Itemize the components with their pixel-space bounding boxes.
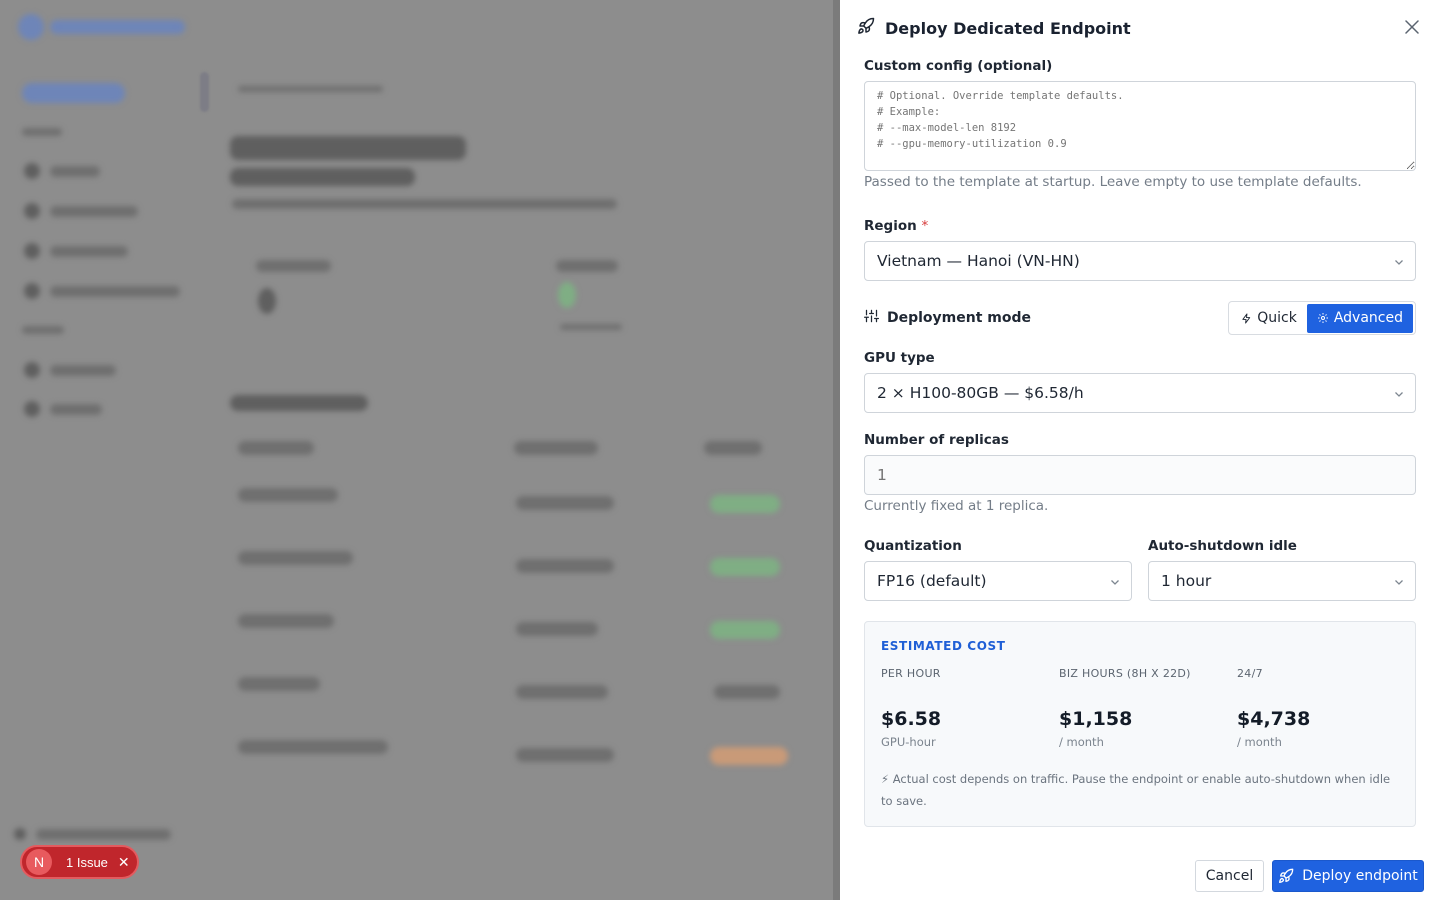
auto-shutdown-select[interactable]: 1 hour (1148, 561, 1416, 601)
drawer-header: Deploy Dedicated Endpoint (840, 0, 1440, 56)
auto-shutdown-label: Auto-shutdown idle (1148, 538, 1297, 554)
rocket-icon (857, 17, 875, 39)
gpu-type-select[interactable]: 2 × H100-80GB — $6.58/h (864, 373, 1416, 413)
cost-unit: / month (1059, 735, 1104, 749)
auto-shutdown-selected-value: 1 hour (1161, 572, 1212, 590)
background-app-blurred (0, 0, 840, 900)
replicas-input[interactable] (864, 455, 1416, 495)
lightning-icon (1242, 312, 1251, 324)
quantization-select[interactable]: FP16 (default) (864, 561, 1132, 601)
replicas-help: Currently fixed at 1 replica. (864, 498, 1049, 514)
region-label: Region * (864, 218, 928, 234)
cancel-button-label: Cancel (1205, 868, 1254, 884)
issue-badge[interactable]: N 1 Issue ✕ (20, 845, 139, 879)
cost-column-header: PER HOUR (881, 667, 941, 680)
deployment-mode-label: Deployment mode (887, 310, 1032, 326)
custom-config-label: Custom config (optional) (864, 58, 1053, 74)
estimated-cost-title: ESTIMATED COST (881, 639, 1006, 653)
region-selected-value: Vietnam — Hanoi (VN-HN) (877, 252, 1080, 270)
replicas-label: Number of replicas (864, 432, 1009, 448)
deploy-endpoint-drawer: Deploy Dedicated Endpoint Custom config … (840, 0, 1440, 900)
chevron-down-icon (1395, 580, 1403, 585)
mode-option-advanced-label: Advanced (1333, 310, 1403, 326)
quantization-label: Quantization (864, 538, 962, 554)
gpu-type-selected-value: 2 × H100-80GB — $6.58/h (877, 384, 1084, 402)
issue-avatar: N (26, 849, 52, 875)
estimated-cost-card: ESTIMATED COST PER HOUR $6.58 GPU-hour B… (864, 621, 1416, 827)
cost-amount: $6.58 (881, 708, 942, 730)
gear-icon (1317, 313, 1328, 323)
issue-count-label: 1 Issue (66, 854, 108, 870)
rocket-icon (1279, 868, 1294, 883)
cost-column-per-hour: PER HOUR $6.58 GPU-hour (881, 667, 1051, 749)
cancel-button[interactable]: Cancel (1195, 860, 1264, 892)
chevron-down-icon (1395, 392, 1403, 397)
chevron-down-icon (1111, 580, 1119, 585)
deploy-endpoint-button[interactable]: Deploy endpoint (1272, 860, 1424, 892)
region-label-text: Region (864, 218, 917, 234)
quantization-selected-value: FP16 (default) (877, 572, 987, 590)
close-drawer-button[interactable] (1404, 18, 1420, 36)
cost-column-header: BIZ HOURS (8H X 22D) (1059, 667, 1191, 680)
cost-column-biz-hours: BIZ HOURS (8H X 22D) $1,158 / month (1059, 667, 1229, 749)
chevron-down-icon (1395, 260, 1403, 265)
region-select[interactable]: Vietnam — Hanoi (VN-HN) (864, 241, 1416, 281)
mode-option-quick[interactable]: Quick (1231, 304, 1307, 333)
cost-column-24-7: 24/7 $4,738 / month (1237, 667, 1407, 749)
required-mark: * (921, 218, 929, 234)
cost-note: ⚡ Actual cost depends on traffic. Pause … (881, 772, 1391, 808)
mode-option-advanced[interactable]: Advanced (1306, 303, 1413, 333)
cost-amount: $1,158 (1059, 708, 1133, 730)
deployment-mode-toggle: Quick Advanced (1228, 301, 1416, 335)
deployment-mode-row: Deployment mode Quick Advanced (864, 301, 1416, 335)
close-icon (1405, 20, 1419, 34)
drawer-title: Deploy Dedicated Endpoint (885, 18, 1131, 38)
deploy-endpoint-button-label: Deploy endpoint (1302, 868, 1418, 884)
cost-unit: GPU-hour (881, 735, 936, 749)
cost-amount: $4,738 (1237, 708, 1311, 730)
sliders-icon (864, 308, 879, 328)
custom-config-textarea[interactable] (864, 81, 1416, 171)
cost-column-header: 24/7 (1237, 667, 1263, 680)
cost-unit: / month (1237, 735, 1282, 749)
gpu-type-label: GPU type (864, 350, 935, 366)
mode-option-quick-label: Quick (1257, 310, 1297, 326)
custom-config-help: Passed to the template at startup. Leave… (864, 174, 1362, 190)
close-icon[interactable]: ✕ (118, 855, 130, 869)
